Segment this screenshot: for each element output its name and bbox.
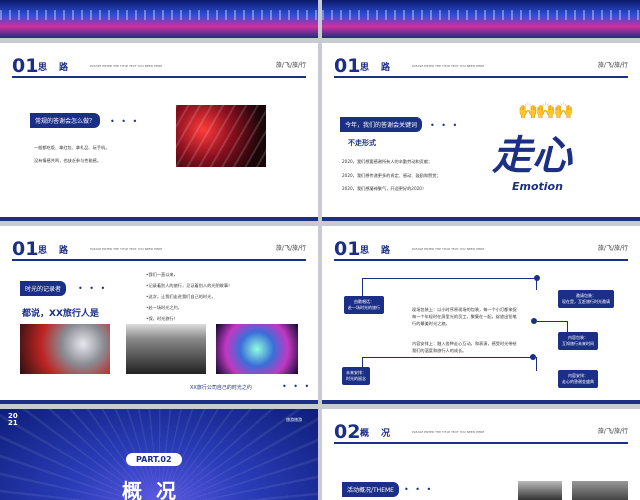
section-number: 01 bbox=[334, 238, 361, 260]
slide-thumb-8[interactable]: 02 概况 PLEASE ENTER THE TITLE TEXT YOU NE… bbox=[322, 409, 640, 500]
slide-thumb-1[interactable] bbox=[0, 0, 318, 38]
photo-concert bbox=[216, 324, 298, 374]
part-title: 概况 bbox=[122, 479, 190, 500]
dots-decoration: • • • bbox=[430, 121, 460, 130]
stage-lights-image bbox=[322, 10, 640, 20]
emotion-text: Emotion bbox=[512, 180, 563, 193]
header-divider bbox=[12, 259, 306, 261]
list-item: 2020，我们想凝神聚气，开迎更好的2020！ bbox=[342, 186, 427, 191]
section-title: 思路 bbox=[38, 63, 81, 73]
header-divider bbox=[334, 442, 628, 444]
node-invite: 邀请包装： 现在是，互赶旅行时光邀请 bbox=[558, 290, 614, 308]
header-right-text: 旅/飞/旅/行 bbox=[275, 245, 306, 252]
bottom-bar bbox=[0, 217, 318, 221]
section-subtitle: PLEASE ENTER THE TITLE TEXT YOU NEED HER… bbox=[412, 247, 485, 251]
section-subtitle: PLEASE ENTER THE TITLE TEXT YOU NEED HER… bbox=[90, 247, 163, 251]
section-title: 思路 bbox=[38, 246, 81, 256]
section-subtitle: PLEASE ENTER THE TITLE TEXT YOU NEED HER… bbox=[90, 64, 163, 68]
dots-decoration: • • • bbox=[78, 284, 108, 293]
slide-thumb-7[interactable]: 2021 旅游旅游 PART.02 概况 bbox=[0, 409, 318, 500]
part-pill: PART.02 bbox=[126, 453, 182, 466]
node-future: 未来安排： 时光的留念 bbox=[342, 367, 370, 385]
photo-audience bbox=[518, 481, 562, 500]
section-number: 01 bbox=[12, 238, 39, 260]
node-ceremony: 内容安排： 走心的答谢金盛典 bbox=[558, 370, 598, 388]
section-number: 01 bbox=[334, 55, 361, 77]
list-item: •我们一直以来， bbox=[146, 272, 178, 277]
heading: 都说，XX旅行人是 bbox=[22, 309, 99, 319]
content-text: 内容安排上：融入各种走心互动，和表演，感受时光带给 我们的温度和旅行人的成长。 bbox=[412, 341, 517, 353]
stage-beams bbox=[176, 105, 266, 167]
section-number: 02 bbox=[334, 421, 361, 443]
photo-singer bbox=[20, 324, 110, 374]
list-item: •记录着别人的旅行，见证着别人的光阴故事！ bbox=[146, 283, 233, 288]
caption: XX旅行公司自己的时光之约 bbox=[190, 385, 252, 391]
header-divider bbox=[334, 259, 628, 261]
slide-thumb-6[interactable]: 01 思路 PLEASE ENTER THE TITLE TEXT YOU NE… bbox=[322, 226, 640, 404]
header-right-text: 旅/飞/旅/行 bbox=[597, 62, 628, 69]
section-number: 01 bbox=[12, 55, 39, 77]
section-title: 思路 bbox=[360, 246, 403, 256]
list-item: 一般都吃饭、拿红包、拿礼品、玩手机。 bbox=[34, 145, 110, 150]
list-item: 没有情感共鸣，也缺乏参与性能感。 bbox=[34, 158, 102, 163]
header-divider bbox=[334, 76, 628, 78]
question-tag: 常规的答谢会怎么做？ bbox=[30, 113, 101, 128]
list-item: •这次，让我们走进我们自己的时光， bbox=[146, 294, 216, 299]
section-subtitle: PLEASE ENTER THE TITLE TEXT YOU NEED HER… bbox=[412, 430, 485, 434]
dots-decoration: • • • bbox=[404, 485, 434, 494]
timeline-dot bbox=[534, 275, 540, 281]
slide-thumb-4[interactable]: 01 思路 PLEASE ENTER THE TITLE TEXT YOU NE… bbox=[322, 43, 640, 221]
header-right-text: 旅/飞/旅/行 bbox=[597, 428, 628, 435]
bottom-bar bbox=[322, 400, 640, 404]
logo-text: 旅游旅游 bbox=[286, 417, 302, 422]
list-item: 2020，我们想传递更多的肯定、感动、鼓励和赞赏； bbox=[342, 173, 441, 178]
list-item: 2020，我们想要感谢所有人的辛勤劳动和贡献； bbox=[342, 159, 433, 164]
header-right-text: 旅/飞/旅/行 bbox=[275, 62, 306, 69]
node-content: 内容包装： 互知旅行未来时间 bbox=[558, 332, 598, 350]
theme-tag: 活动概况/THEME bbox=[342, 482, 399, 497]
stage-lights-image bbox=[0, 10, 318, 20]
recorder-tag: 时光的记录者 bbox=[20, 281, 67, 296]
node-opening: 由歌唱话： 赴一场时光的旅行 bbox=[344, 296, 384, 314]
photo-crowd bbox=[126, 324, 206, 374]
connector-line bbox=[536, 357, 537, 371]
slide-thumb-5[interactable]: 01 思路 PLEASE ENTER THE TITLE TEXT YOU NE… bbox=[0, 226, 318, 404]
dots-decoration: • • • bbox=[282, 382, 312, 391]
scene-text: 现场包装上：以小时序原现场的包装，每一个小灯都来捉 每一个年轻时在屏里光的员工，… bbox=[412, 307, 517, 326]
header-divider bbox=[12, 76, 306, 78]
photo-event bbox=[572, 481, 628, 500]
connector-line bbox=[362, 357, 363, 367]
dots-decoration: • • • bbox=[110, 117, 140, 126]
section-title: 概况 bbox=[360, 429, 403, 439]
big-keyword: 走心 bbox=[492, 133, 572, 179]
slide-thumb-3[interactable]: 01 思路 PLEASE ENTER THE TITLE TEXT YOU NE… bbox=[0, 43, 318, 221]
connector-line bbox=[362, 278, 538, 279]
connector-line bbox=[362, 357, 532, 358]
stage-photo bbox=[176, 105, 266, 167]
list-item: •赴一场时光之约， bbox=[146, 305, 182, 310]
connector-line bbox=[537, 321, 567, 322]
list-item: •保，时光旅行！ bbox=[146, 316, 178, 321]
jumping-people-icon: 🙌🙌🙌 bbox=[518, 101, 574, 120]
year-label: 2021 bbox=[8, 412, 18, 427]
bottom-bar bbox=[322, 217, 640, 221]
header-right-text: 旅/飞/旅/行 bbox=[597, 245, 628, 252]
connector-line bbox=[362, 278, 363, 296]
keyword-tag: 今年，我们的答谢会关键词 bbox=[340, 117, 423, 132]
keyword-subtitle: 不走形式 bbox=[348, 139, 376, 147]
section-subtitle: PLEASE ENTER THE TITLE TEXT YOU NEED HER… bbox=[412, 64, 485, 68]
section-title: 思路 bbox=[360, 63, 403, 73]
connector-line bbox=[536, 278, 537, 290]
slide-thumb-2[interactable] bbox=[322, 0, 640, 38]
bottom-bar bbox=[0, 400, 318, 404]
